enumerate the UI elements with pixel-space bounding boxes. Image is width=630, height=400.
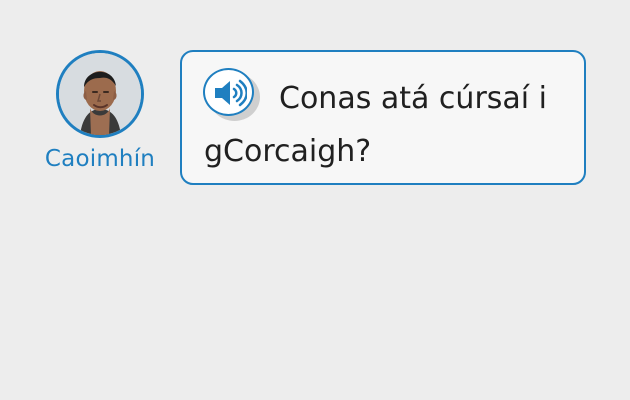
speaker-name: Caoimhín: [44, 146, 156, 172]
avatar: [56, 50, 144, 138]
avatar-portrait-image: [59, 53, 141, 135]
prompt-text: Conas atá cúrsaí i gCorcaigh?: [204, 81, 547, 169]
speech-bubble: Conas atá cúrsaí i gCorcaigh?: [180, 50, 586, 185]
speaker-profile: Caoimhín: [42, 50, 158, 172]
